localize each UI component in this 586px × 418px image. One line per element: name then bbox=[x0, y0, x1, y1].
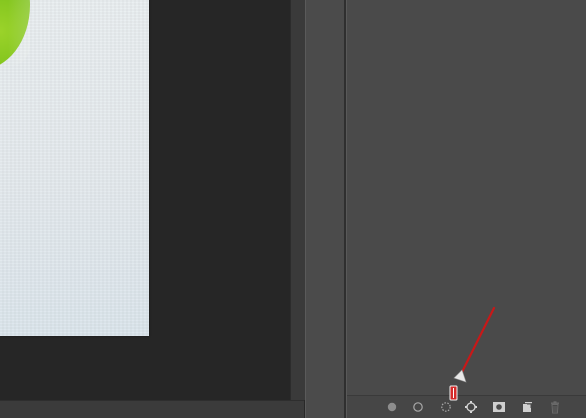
apple-highlight bbox=[8, 0, 30, 66]
delete-path-button[interactable] bbox=[548, 400, 562, 414]
add-mask-button[interactable] bbox=[492, 400, 506, 414]
filled-circle-icon bbox=[387, 402, 397, 412]
dashed-circle-selection-icon bbox=[441, 402, 451, 412]
fill-path-button[interactable] bbox=[385, 400, 399, 414]
stroke-circle-icon bbox=[413, 402, 423, 412]
make-work-path-button[interactable] bbox=[464, 400, 478, 414]
document-image[interactable] bbox=[0, 0, 149, 336]
collapsed-panel-dock[interactable] bbox=[305, 0, 346, 418]
trash-icon bbox=[551, 400, 559, 413]
mask-icon bbox=[493, 402, 505, 412]
photoshop-window bbox=[0, 0, 586, 418]
stroke-path-button[interactable] bbox=[411, 400, 425, 414]
work-path-icon bbox=[465, 401, 477, 413]
create-new-path-button[interactable] bbox=[520, 400, 534, 414]
document-canvas-area[interactable] bbox=[0, 0, 292, 400]
new-layer-icon bbox=[523, 402, 532, 412]
load-path-as-selection-button[interactable] bbox=[439, 400, 453, 414]
canvas-vertical-scrollbar[interactable] bbox=[290, 0, 305, 400]
canvas-horizontal-scrollbar[interactable] bbox=[0, 400, 304, 418]
paths-panel-footer bbox=[347, 395, 586, 418]
paths-panel bbox=[346, 0, 586, 418]
